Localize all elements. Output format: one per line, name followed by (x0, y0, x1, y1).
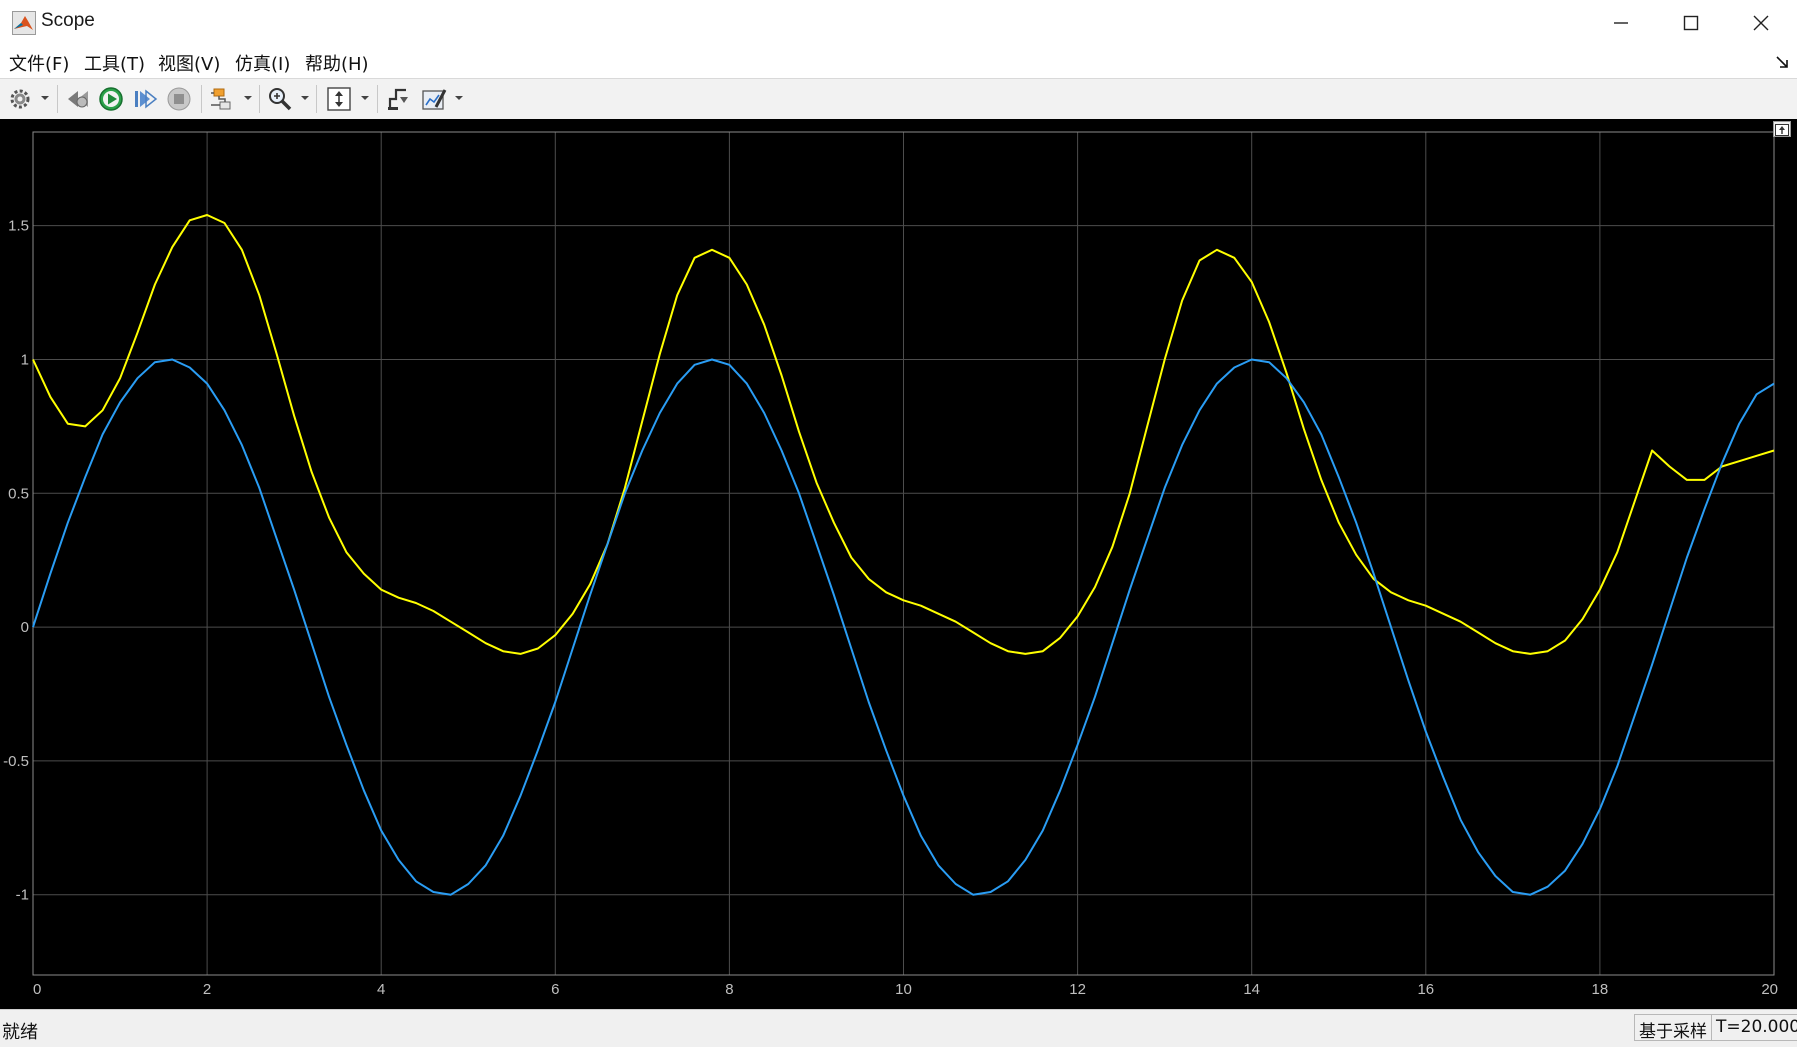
menu-help[interactable]: 帮助(H) (305, 50, 369, 76)
y-tick-label: 0.5 (8, 485, 29, 502)
x-tick-label: 2 (203, 981, 211, 998)
maximize-icon (1683, 15, 1699, 31)
status-bar: 就绪 基于采样 T=20.000 (0, 1009, 1797, 1047)
toolbar-separator (259, 85, 260, 113)
settings-dropdown-icon[interactable] (40, 90, 50, 106)
toolbar (0, 78, 1797, 120)
x-tick-label: 0 (33, 981, 41, 998)
highlight-simulink-icon[interactable] (208, 85, 236, 113)
menu-simulation[interactable]: 仿真(I) (235, 50, 290, 76)
scope-display: 0 2 4 6 8 10 12 14 16 18 20 -1 -0.5 0 0.5 1 1.5 (0, 119, 1797, 1009)
toolbar-separator (201, 85, 202, 113)
style-dropdown-icon[interactable] (454, 90, 464, 106)
menu-tools[interactable]: 工具(T) (84, 50, 145, 76)
x-tick-label: 6 (551, 981, 559, 998)
toolbar-separator (57, 85, 58, 113)
zoom-icon[interactable] (266, 85, 294, 113)
toolbar-separator (316, 85, 317, 113)
stop-icon[interactable] (165, 85, 193, 113)
expand-arrow-icon (1775, 124, 1789, 136)
x-tick-label: 8 (725, 981, 733, 998)
window-title: Scope (41, 10, 95, 31)
scope-plot[interactable]: 0 2 4 6 8 10 12 14 16 18 20 -1 -0.5 0 0.5 1 1.5 (0, 119, 1797, 1009)
style-icon[interactable] (420, 85, 448, 113)
close-button[interactable] (1725, 0, 1797, 46)
x-tick-label: 10 (895, 981, 912, 998)
x-tick-label: 20 (1761, 981, 1778, 998)
undock-arrow-icon[interactable] (1775, 54, 1789, 68)
zoom-dropdown-icon[interactable] (300, 90, 310, 106)
autoscale-icon[interactable] (325, 85, 353, 113)
sample-mode-indicator: 基于采样 (1634, 1014, 1712, 1042)
menu-bar: 文件(F) 工具(T) 视图(V) 仿真(I) 帮助(H) (0, 46, 1797, 78)
title-bar: Scope (0, 0, 1797, 46)
x-tick-label: 16 (1417, 981, 1434, 998)
y-tick-label: 1.5 (8, 218, 29, 235)
sim-time-indicator: T=20.000 (1711, 1014, 1797, 1041)
highlight-dropdown-icon[interactable] (243, 90, 253, 106)
x-tick-label: 14 (1243, 981, 1260, 998)
cursor-measure-icon[interactable] (384, 85, 412, 113)
step-back-icon[interactable] (64, 85, 92, 113)
y-tick-label: 1 (21, 351, 29, 368)
y-tick-label: -1 (16, 887, 29, 904)
toolbar-separator (377, 85, 378, 113)
x-tick-label: 4 (377, 981, 385, 998)
step-forward-icon[interactable] (131, 85, 159, 113)
minimize-button[interactable] (1585, 0, 1657, 46)
menu-view[interactable]: 视图(V) (158, 50, 220, 76)
maximize-button[interactable] (1655, 0, 1727, 46)
tick-labels: 0 2 4 6 8 10 12 14 16 18 20 -1 -0.5 0 0.5 1 1.5 (3, 218, 1778, 998)
settings-icon[interactable] (6, 85, 34, 113)
close-icon (1753, 15, 1769, 31)
status-ready-text: 就绪 (2, 1022, 38, 1043)
expand-axes-button[interactable] (1773, 121, 1791, 137)
autoscale-dropdown-icon[interactable] (360, 90, 370, 106)
y-tick-label: -0.5 (3, 753, 29, 770)
run-icon[interactable] (97, 85, 125, 113)
y-tick-label: 0 (21, 619, 29, 636)
x-tick-label: 12 (1069, 981, 1086, 998)
minimize-icon (1614, 22, 1628, 24)
matlab-logo-icon (12, 11, 36, 35)
x-tick-label: 18 (1592, 981, 1609, 998)
menu-file[interactable]: 文件(F) (9, 50, 69, 76)
grid-layer (32, 132, 1775, 975)
